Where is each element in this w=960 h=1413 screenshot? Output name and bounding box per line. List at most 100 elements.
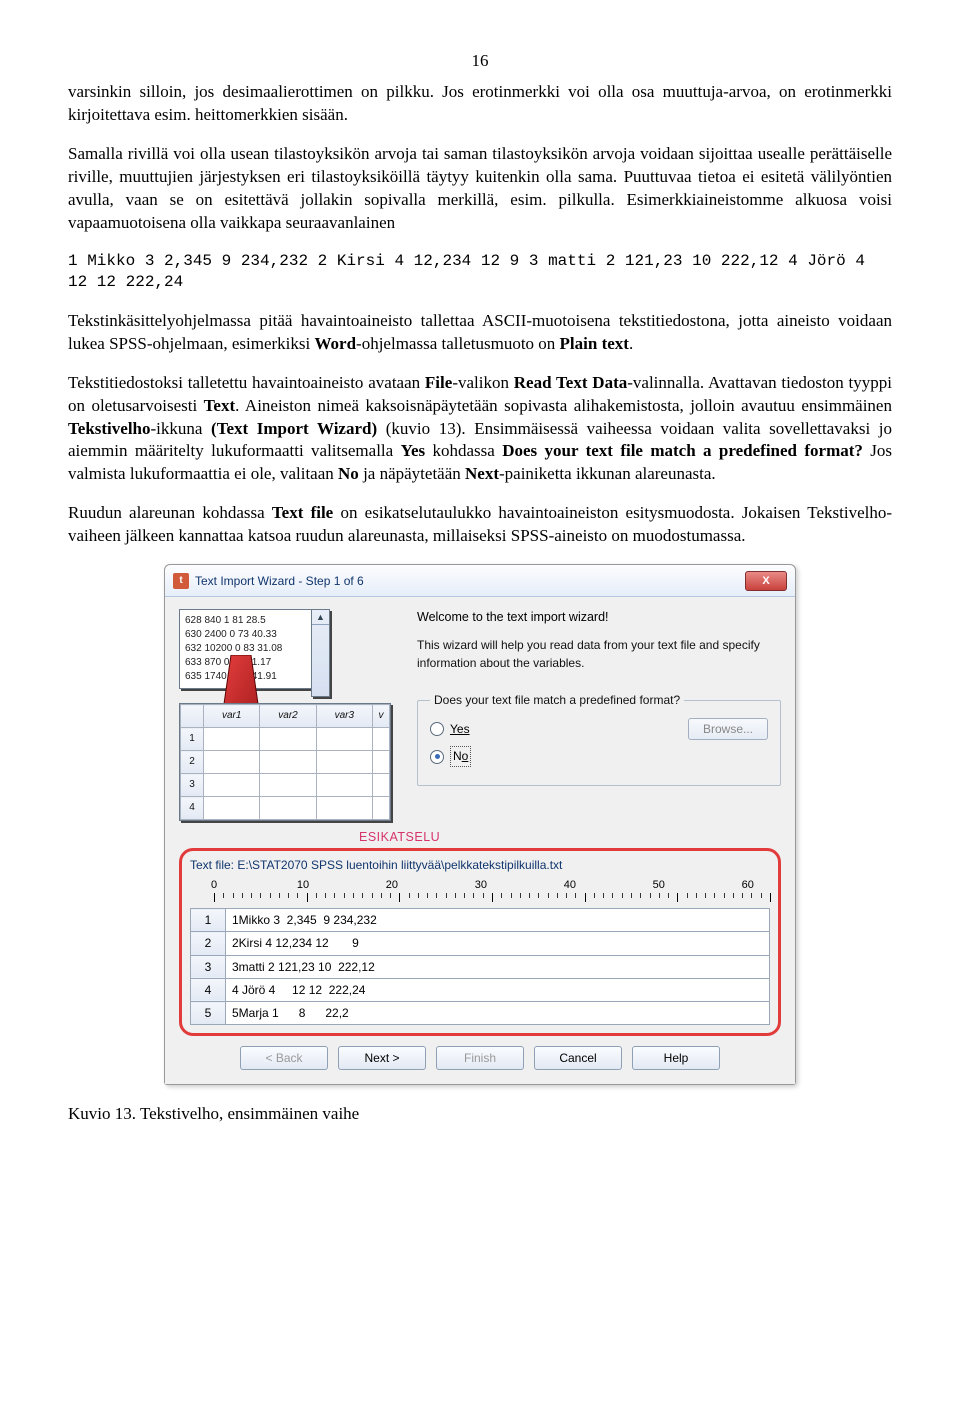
p3q: ja näpäytetään: [359, 464, 465, 483]
p3f: Text: [204, 396, 236, 415]
predefined-format-group: Does your text file match a predefined f…: [417, 692, 781, 786]
app-icon: t: [173, 573, 189, 589]
preview-cell: 3matti 2 121,23 10 222,12: [226, 955, 770, 978]
finish-button[interactable]: Finish: [436, 1046, 524, 1070]
radio-yes-row[interactable]: Yes Browse...: [430, 718, 768, 740]
rownum: 2: [191, 932, 226, 955]
para1-a: varsinkin silloin, jos desimaalierottime…: [68, 82, 892, 124]
page-number: 16: [68, 50, 892, 73]
ruler-tick: 30: [475, 878, 487, 893]
preview-cell: 1Mikko 3 2,345 9 234,232: [226, 909, 770, 932]
dialog-title: Text Import Wizard - Step 1 of 6: [195, 573, 745, 589]
radio-no[interactable]: [430, 750, 444, 764]
preview-row: 55Marja 1 8 22,2: [191, 1002, 770, 1025]
grid-row: 2: [181, 751, 204, 774]
preview-cell: 4 Jörö 4 12 12 222,24: [226, 978, 770, 1001]
rownum: 1: [191, 909, 226, 932]
p3b: File: [425, 373, 452, 392]
next-button[interactable]: Next >: [338, 1046, 426, 1070]
preview-outline: Text file: E:\STAT2070 SPSS luentoihin l…: [179, 848, 781, 1036]
grid-col: var1: [204, 705, 260, 728]
rownum: 3: [191, 955, 226, 978]
p2d: Plain text: [560, 334, 629, 353]
radio-yes[interactable]: [430, 722, 444, 736]
welcome-text: Welcome to the text import wizard!: [417, 609, 781, 626]
paragraph-4: Ruudun alareunan kohdassa Text file on e…: [68, 502, 892, 548]
grid-col: var3: [316, 705, 372, 728]
esikatselu-label: ESIKATSELU: [359, 829, 781, 846]
numline: 628 840 1 81 28.5: [185, 614, 315, 628]
grid-row: 3: [181, 774, 204, 797]
p3r: Next: [465, 464, 499, 483]
mono-example: 1 Mikko 3 2,345 9 234,232 2 Kirsi 4 12,2…: [68, 251, 892, 294]
p2b: Word: [314, 334, 356, 353]
p4b: Text file: [272, 503, 333, 522]
illustration-panel: 628 840 1 81 28.5 630 2400 0 73 40.33 63…: [179, 609, 399, 821]
cancel-button[interactable]: Cancel: [534, 1046, 622, 1070]
back-button[interactable]: < Back: [240, 1046, 328, 1070]
p4a: Ruudun alareunan kohdassa: [68, 503, 272, 522]
grid-row: 1: [181, 728, 204, 751]
close-icon: X: [762, 574, 769, 589]
rownum: 5: [191, 1002, 226, 1025]
numline: 630 2400 0 73 40.33: [185, 628, 315, 642]
p3d: Read Text Data: [514, 373, 627, 392]
p3i: -ikkuna: [151, 419, 212, 438]
numline: 632 10200 0 83 31.08: [185, 642, 315, 656]
help-button[interactable]: Help: [632, 1046, 720, 1070]
figure-caption: Kuvio 13. Tekstivelho, ensimmäinen vaihe: [68, 1103, 892, 1126]
para1-b: Samalla rivillä voi olla usean tilastoyk…: [68, 144, 892, 232]
grid-corner: [181, 705, 204, 728]
preview-row: 33matti 2 121,23 10 222,12: [191, 955, 770, 978]
group-legend: Does your text file match a predefined f…: [430, 692, 684, 708]
p3g: . Aineiston nimeä kaksoisnäpäytetään sop…: [235, 396, 892, 415]
preview-row: 22Kirsi 4 12,234 12 9: [191, 932, 770, 955]
paragraph-1: varsinkin silloin, jos desimaalierottime…: [68, 81, 892, 127]
ruler-tick: 0: [211, 878, 217, 893]
ruler: 0 10 20 30 40 50 60: [214, 878, 770, 906]
text-import-wizard-dialog: t Text Import Wizard - Step 1 of 6 X 628…: [164, 564, 796, 1085]
grid-col: v: [373, 705, 390, 728]
p3c: -valikon: [452, 373, 513, 392]
radio-no-row[interactable]: No: [430, 746, 768, 766]
p2c: -ohjelmassa talletusmuoto on: [356, 334, 560, 353]
paragraph-3: Tekstitiedostoksi talletettu havaintoain…: [68, 372, 892, 487]
grid-col: var2: [260, 705, 316, 728]
desc-text: This wizard will help you read data from…: [417, 636, 781, 672]
p3l: Yes: [401, 441, 426, 460]
ruler-tick: 10: [297, 878, 309, 893]
ruler-line: [214, 893, 770, 903]
rownum: 4: [191, 978, 226, 1001]
text-file-path: Text file: E:\STAT2070 SPSS luentoihin l…: [190, 857, 770, 873]
ruler-tick: 50: [653, 878, 665, 893]
radio-no-label: No: [450, 746, 471, 766]
ruler-tick: 40: [564, 878, 576, 893]
grid-row: 4: [181, 797, 204, 820]
ruler-tick: 60: [742, 878, 754, 893]
mini-grid: var1 var2 var3 v 1 2 3 4: [179, 703, 391, 821]
scrollbar-stub: ▲: [311, 609, 330, 697]
dialog-body: 628 840 1 81 28.5 630 2400 0 73 40.33 63…: [165, 597, 795, 1084]
dialog-titlebar: t Text Import Wizard - Step 1 of 6 X: [165, 565, 795, 597]
p3j: (Text Import Wizard): [211, 419, 377, 438]
close-button[interactable]: X: [745, 571, 787, 591]
preview-row: 11Mikko 3 2,345 9 234,232: [191, 909, 770, 932]
p2e: .: [629, 334, 633, 353]
p3s: -painiketta ikkunan alareunasta.: [499, 464, 716, 483]
browse-button[interactable]: Browse...: [688, 718, 768, 740]
preview-table: 11Mikko 3 2,345 9 234,232 22Kirsi 4 12,2…: [190, 908, 770, 1025]
button-row: < Back Next > Finish Cancel Help: [179, 1036, 781, 1074]
ruler-tick: 20: [386, 878, 398, 893]
p3a: Tekstitiedostoksi talletettu havaintoain…: [68, 373, 425, 392]
preview-cell: 5Marja 1 8 22,2: [226, 1002, 770, 1025]
preview-row: 44 Jörö 4 12 12 222,24: [191, 978, 770, 1001]
p3n: Does your text file match a predefined f…: [502, 441, 863, 460]
radio-yes-label: Yes: [450, 721, 470, 737]
p3m: kohdassa: [425, 441, 502, 460]
p3h: Tekstivelho: [68, 419, 151, 438]
scroll-up-icon: ▲: [312, 610, 329, 625]
preview-cell: 2Kirsi 4 12,234 12 9: [226, 932, 770, 955]
intro-panel: Welcome to the text import wizard! This …: [417, 609, 781, 821]
paragraph-2: Tekstinkäsittelyohjelmassa pitää havaint…: [68, 310, 892, 356]
paragraph-1b: Samalla rivillä voi olla usean tilastoyk…: [68, 143, 892, 235]
